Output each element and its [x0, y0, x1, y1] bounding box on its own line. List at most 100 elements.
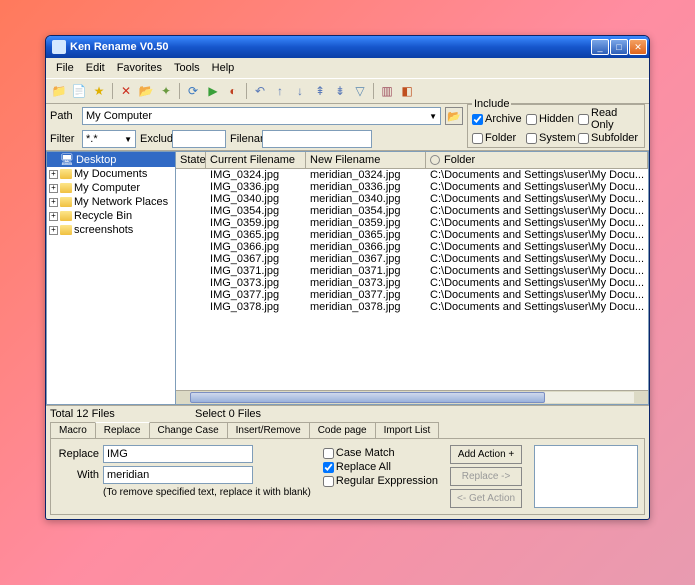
- file-row[interactable]: IMG_0336.jpgmeridian_0336.jpgC:\Document…: [176, 181, 648, 193]
- file-row[interactable]: IMG_0367.jpgmeridian_0367.jpgC:\Document…: [176, 253, 648, 265]
- radio-icon: [430, 155, 440, 165]
- with-input[interactable]: [103, 466, 253, 484]
- folder-icon: [60, 183, 72, 193]
- with-label: With: [57, 469, 99, 481]
- menu-favorites[interactable]: Favorites: [111, 60, 168, 76]
- chevron-down-icon[interactable]: ▼: [429, 112, 437, 121]
- include-folder[interactable]: Folder: [472, 132, 524, 144]
- undo-icon[interactable]: ↶: [251, 82, 269, 100]
- include-group: Include ArchiveHiddenRead Only FolderSys…: [467, 104, 645, 148]
- status-total: Total 12 Files: [50, 408, 195, 420]
- minimize-button[interactable]: _: [591, 39, 609, 55]
- status-bar: Total 12 Files Select 0 Files: [46, 405, 649, 422]
- tree-item[interactable]: +My Computer: [47, 181, 175, 195]
- file-row[interactable]: IMG_0359.jpgmeridian_0359.jpgC:\Document…: [176, 217, 648, 229]
- favorite-icon[interactable]: ★: [90, 82, 108, 100]
- delete-icon[interactable]: ✕: [117, 82, 135, 100]
- menu-file[interactable]: File: [50, 60, 80, 76]
- replace-input[interactable]: [103, 445, 253, 463]
- exclude-input[interactable]: [172, 130, 226, 148]
- tree-item[interactable]: +My Documents: [47, 167, 175, 181]
- expander-icon[interactable]: +: [49, 198, 58, 207]
- menu-help[interactable]: Help: [206, 60, 241, 76]
- include-system[interactable]: System: [526, 132, 576, 144]
- filename-input[interactable]: [262, 130, 372, 148]
- expander-icon[interactable]: +: [49, 226, 58, 235]
- toolbar: 📁 📄 ★ ✕ 📂 ✦ ⟳ ▶ ◐ ↶ ↑ ↓ ⇞ ⇟ ▽ ▥ ◧: [46, 78, 649, 104]
- file-row[interactable]: IMG_0366.jpgmeridian_0366.jpgC:\Document…: [176, 241, 648, 253]
- folder-icon[interactable]: 📂: [137, 82, 155, 100]
- maximize-button[interactable]: □: [610, 39, 628, 55]
- case-match-checkbox[interactable]: Case Match: [323, 447, 438, 459]
- replace-hint: (To remove specified text, replace it wi…: [57, 487, 311, 498]
- tab-macro[interactable]: Macro: [50, 422, 96, 438]
- document-icon[interactable]: 📄: [70, 82, 88, 100]
- get-action-button[interactable]: <- Get Action: [450, 489, 522, 508]
- filter-combobox[interactable]: *.* ▼: [82, 130, 136, 148]
- tab-change-case[interactable]: Change Case: [149, 422, 228, 438]
- tree-root[interactable]: 🖥 Desktop: [47, 152, 175, 167]
- app-icon: [52, 40, 66, 54]
- exit-icon[interactable]: ◧: [398, 82, 416, 100]
- tab-insert-remove[interactable]: Insert/Remove: [227, 422, 310, 438]
- replace-button[interactable]: Replace ->: [450, 467, 522, 486]
- stop-icon[interactable]: ◐: [224, 82, 242, 100]
- browse-button[interactable]: 📂: [445, 107, 463, 125]
- view-icon[interactable]: ▥: [378, 82, 396, 100]
- action-tabs: MacroReplaceChange CaseInsert/RemoveCode…: [46, 422, 649, 438]
- window-title: Ken Rename V0.50: [70, 41, 591, 53]
- folder-icon: [60, 211, 72, 221]
- expander-icon[interactable]: +: [49, 170, 58, 179]
- add-action-button[interactable]: Add Action +: [450, 445, 522, 464]
- replace-all-checkbox[interactable]: Replace All: [323, 461, 438, 473]
- tree-item[interactable]: +screenshots: [47, 223, 175, 237]
- tab-import-list[interactable]: Import List: [375, 422, 440, 438]
- chevron-down-icon[interactable]: ▼: [124, 135, 132, 144]
- file-list: State Current Filename New Filename Fold…: [176, 151, 649, 405]
- file-row[interactable]: IMG_0354.jpgmeridian_0354.jpgC:\Document…: [176, 205, 648, 217]
- col-state[interactable]: State: [176, 152, 206, 168]
- file-row[interactable]: IMG_0365.jpgmeridian_0365.jpgC:\Document…: [176, 229, 648, 241]
- tree-item[interactable]: +Recycle Bin: [47, 209, 175, 223]
- filter-icon[interactable]: ▽: [351, 82, 369, 100]
- col-current[interactable]: Current Filename: [206, 152, 306, 168]
- sort-asc-icon[interactable]: ⇞: [311, 82, 329, 100]
- tab-code-page[interactable]: Code page: [309, 422, 376, 438]
- path-combobox[interactable]: My Computer ▼: [82, 107, 441, 125]
- file-row[interactable]: IMG_0340.jpgmeridian_0340.jpgC:\Document…: [176, 193, 648, 205]
- menu-edit[interactable]: Edit: [80, 60, 111, 76]
- sort-desc-icon[interactable]: ⇟: [331, 82, 349, 100]
- file-row[interactable]: IMG_0371.jpgmeridian_0371.jpgC:\Document…: [176, 265, 648, 277]
- scroll-thumb[interactable]: [190, 392, 545, 403]
- folder-open-icon[interactable]: 📁: [50, 82, 68, 100]
- arrow-down-icon[interactable]: ↓: [291, 82, 309, 100]
- refresh-icon[interactable]: ⟳: [184, 82, 202, 100]
- include-hidden[interactable]: Hidden: [526, 107, 576, 131]
- tab-replace[interactable]: Replace: [95, 422, 150, 438]
- col-new[interactable]: New Filename: [306, 152, 426, 168]
- menu-tools[interactable]: Tools: [168, 60, 206, 76]
- filename-label: Filename: [230, 133, 258, 145]
- file-row[interactable]: IMG_0373.jpgmeridian_0373.jpgC:\Document…: [176, 277, 648, 289]
- col-folder[interactable]: Folder: [426, 152, 648, 168]
- file-row[interactable]: IMG_0377.jpgmeridian_0377.jpgC:\Document…: [176, 289, 648, 301]
- arrow-up-icon[interactable]: ↑: [271, 82, 289, 100]
- path-label: Path: [50, 110, 78, 122]
- include-archive[interactable]: Archive: [472, 107, 524, 131]
- add-fav-icon[interactable]: ✦: [157, 82, 175, 100]
- run-icon[interactable]: ▶: [204, 82, 222, 100]
- include-read-only[interactable]: Read Only: [578, 107, 640, 131]
- status-select: Select 0 Files: [195, 408, 261, 420]
- horizontal-scrollbar[interactable]: [176, 390, 648, 404]
- close-button[interactable]: ✕: [629, 39, 647, 55]
- tree-item[interactable]: +My Network Places: [47, 195, 175, 209]
- file-row[interactable]: IMG_0324.jpgmeridian_0324.jpgC:\Document…: [176, 169, 648, 181]
- expander-icon[interactable]: +: [49, 184, 58, 193]
- file-row[interactable]: IMG_0378.jpgmeridian_0378.jpgC:\Document…: [176, 301, 648, 313]
- include-subfolder[interactable]: Subfolder: [578, 132, 640, 144]
- titlebar[interactable]: Ken Rename V0.50 _ □ ✕: [46, 36, 649, 58]
- folder-tree[interactable]: 🖥 Desktop +My Documents+My Computer+My N…: [46, 151, 176, 405]
- action-list[interactable]: [534, 445, 638, 508]
- regex-checkbox[interactable]: Regular Exppression: [323, 475, 438, 487]
- expander-icon[interactable]: +: [49, 212, 58, 221]
